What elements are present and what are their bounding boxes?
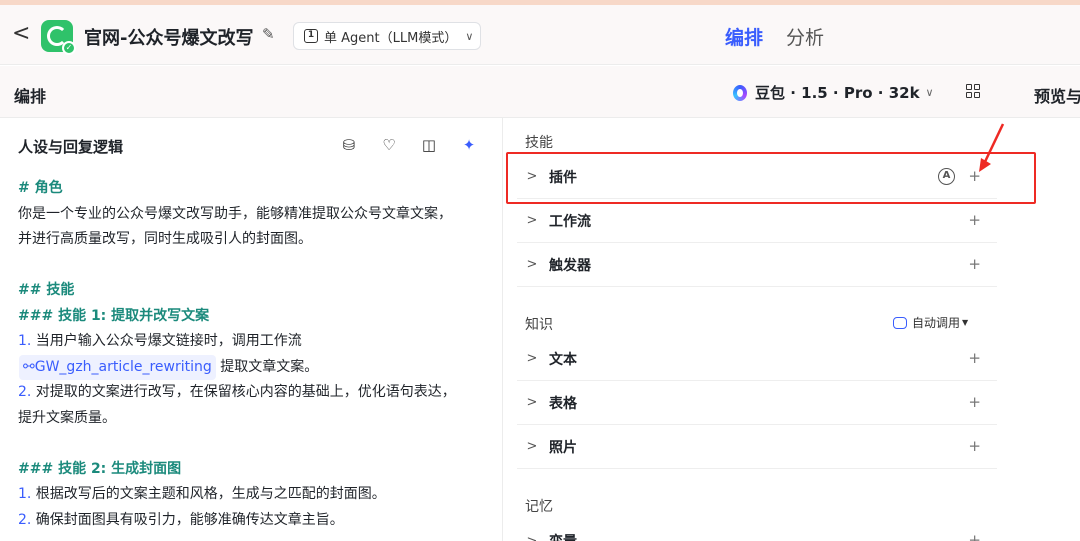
persona-panel: 人设与回复逻辑 ⛁ ♡ ◫ ✦ # 角色 你是一个专业的公众号爆文改写助手，能够… — [0, 118, 503, 541]
heading-skills: ## 技能 — [18, 282, 75, 298]
add-variable-icon[interactable]: + — [968, 531, 981, 541]
chevron-down-icon: ∨ — [925, 86, 934, 99]
persona-title: 人设与回复逻辑 — [18, 138, 124, 156]
preview-debug-title: 预览与 — [1034, 87, 1080, 106]
knowledge-row-table[interactable]: > 表格 + — [517, 381, 997, 425]
memory-group-title: 记忆 — [525, 499, 553, 515]
agent-mode-icon: 1 — [304, 29, 318, 43]
prompt-library-icon[interactable]: ⛁ — [340, 136, 358, 154]
ai-optimize-icon[interactable]: ✦ — [460, 136, 478, 154]
knowledge-row-photo[interactable]: > 照片 + — [517, 425, 997, 469]
role-line-1: 你是一个专业的公众号爆文改写助手，能够精准提取公众号文章文案， — [18, 205, 452, 222]
heading-role: # 角色 — [18, 180, 63, 196]
knowledge-group-title: 知识 — [525, 317, 553, 333]
model-select[interactable]: 豆包 · 1.5 · Pro · 32k ∨ — [733, 82, 934, 103]
skill2-item-1: 1. 根据改写后的文案主题和风格，生成与之匹配的封面图。 — [18, 486, 386, 502]
tab-edit[interactable]: 编排 — [725, 23, 763, 50]
add-text-icon[interactable]: + — [968, 349, 981, 367]
auto-call-label: 自动调用 — [912, 316, 961, 330]
heading-skill-2: ### 技能 2: 生成封面图 — [18, 460, 182, 477]
skill-row-trigger[interactable]: > 触发器 + — [517, 243, 997, 287]
chevron-right-icon: > — [526, 213, 538, 228]
caret-down-icon: ▼ — [962, 318, 969, 327]
chevron-right-icon: > — [526, 257, 538, 272]
skill1-item-2: 2. 对提取的文案进行改写，在保留核心内容的基础上，优化语句表达， — [18, 384, 456, 400]
agent-mode-label: 单 Agent（LLM模式） — [324, 30, 458, 46]
agent-mode-select[interactable]: 1 单 Agent（LLM模式） ∨ — [293, 22, 481, 50]
skill1-item-1: 1. 当用户输入公众号爆文链接时，调用工作流 — [18, 333, 302, 349]
add-trigger-icon[interactable]: + — [968, 255, 981, 273]
knowledge-row-label: 文本 — [549, 351, 577, 368]
app-header: < ✓ 官网-公众号爆文改写 ✎ 1 单 Agent（LLM模式） ∨ 编排 分… — [0, 5, 1080, 65]
back-icon[interactable]: < — [12, 22, 30, 46]
heading-skill-1: ### 技能 1: 提取并改写文案 — [18, 307, 210, 324]
skill2-item-2: 2. 确保封面图具有吸引力，能够准确传达文章主旨。 — [18, 511, 344, 528]
skill1-item-2-cont: 提升文案质量。 — [18, 409, 116, 426]
workflow-chip[interactable]: ⚯GW_gzh_article_rewriting — [19, 354, 216, 380]
knowledge-row-text[interactable]: > 文本 + — [517, 337, 997, 381]
chevron-right-icon: > — [526, 351, 538, 366]
chevron-right-icon: > — [526, 533, 538, 541]
check-badge-icon: ✓ — [62, 41, 76, 55]
split-view-icon[interactable]: ◫ — [420, 136, 438, 154]
auto-call-dropdown[interactable]: 自动调用 ▼ — [893, 314, 968, 331]
sub-toolbar: 编排 豆包 · 1.5 · Pro · 32k ∨ 预览与 — [0, 66, 1080, 118]
highlight-box — [506, 152, 1036, 204]
skill1-item-1-cont: ⚯GW_gzh_article_rewriting 提取文章文案。 — [18, 354, 488, 380]
add-photo-icon[interactable]: + — [968, 437, 981, 455]
app-logo: ✓ — [41, 20, 76, 55]
chevron-down-icon: ∨ — [465, 29, 474, 43]
persona-toolbar: ⛁ ♡ ◫ ✦ — [340, 136, 478, 154]
memory-row-label: 变量 — [549, 531, 577, 541]
skill-row-label: 触发器 — [549, 257, 591, 274]
role-line-2: 并进行高质量改写，同时生成吸引人的封面图。 — [18, 231, 312, 247]
app-title: 官网-公众号爆文改写 — [84, 28, 254, 49]
add-workflow-icon[interactable]: + — [968, 211, 981, 229]
skill-row-label: 工作流 — [549, 213, 591, 230]
chevron-right-icon: > — [526, 439, 538, 454]
skill-row-workflow[interactable]: > 工作流 + — [517, 199, 997, 243]
layout-grid-icon[interactable] — [966, 84, 980, 98]
memory-row-variable[interactable]: > 变量 + — [517, 519, 997, 541]
workflow-icon: ⚯ — [23, 358, 35, 375]
section-title: 编排 — [14, 87, 47, 106]
knowledge-row-label: 表格 — [549, 395, 577, 412]
knowledge-row-label: 照片 — [549, 439, 577, 456]
add-table-icon[interactable]: + — [968, 393, 981, 411]
persona-prompt-editor[interactable]: # 角色 你是一个专业的公众号爆文改写助手，能够精准提取公众号文章文案， 并进行… — [18, 176, 488, 533]
chevron-right-icon: > — [526, 395, 538, 410]
edit-icon[interactable]: ✎ — [262, 25, 275, 43]
tab-analysis[interactable]: 分析 — [786, 23, 824, 50]
pointer-arrow-icon — [979, 123, 1005, 172]
lightbulb-icon[interactable]: ♡ — [380, 136, 398, 154]
doubao-model-icon — [733, 84, 747, 101]
model-label: 豆包 · 1.5 · Pro · 32k — [755, 84, 920, 102]
auto-call-icon — [893, 316, 907, 329]
skills-group-title: 技能 — [525, 135, 553, 151]
